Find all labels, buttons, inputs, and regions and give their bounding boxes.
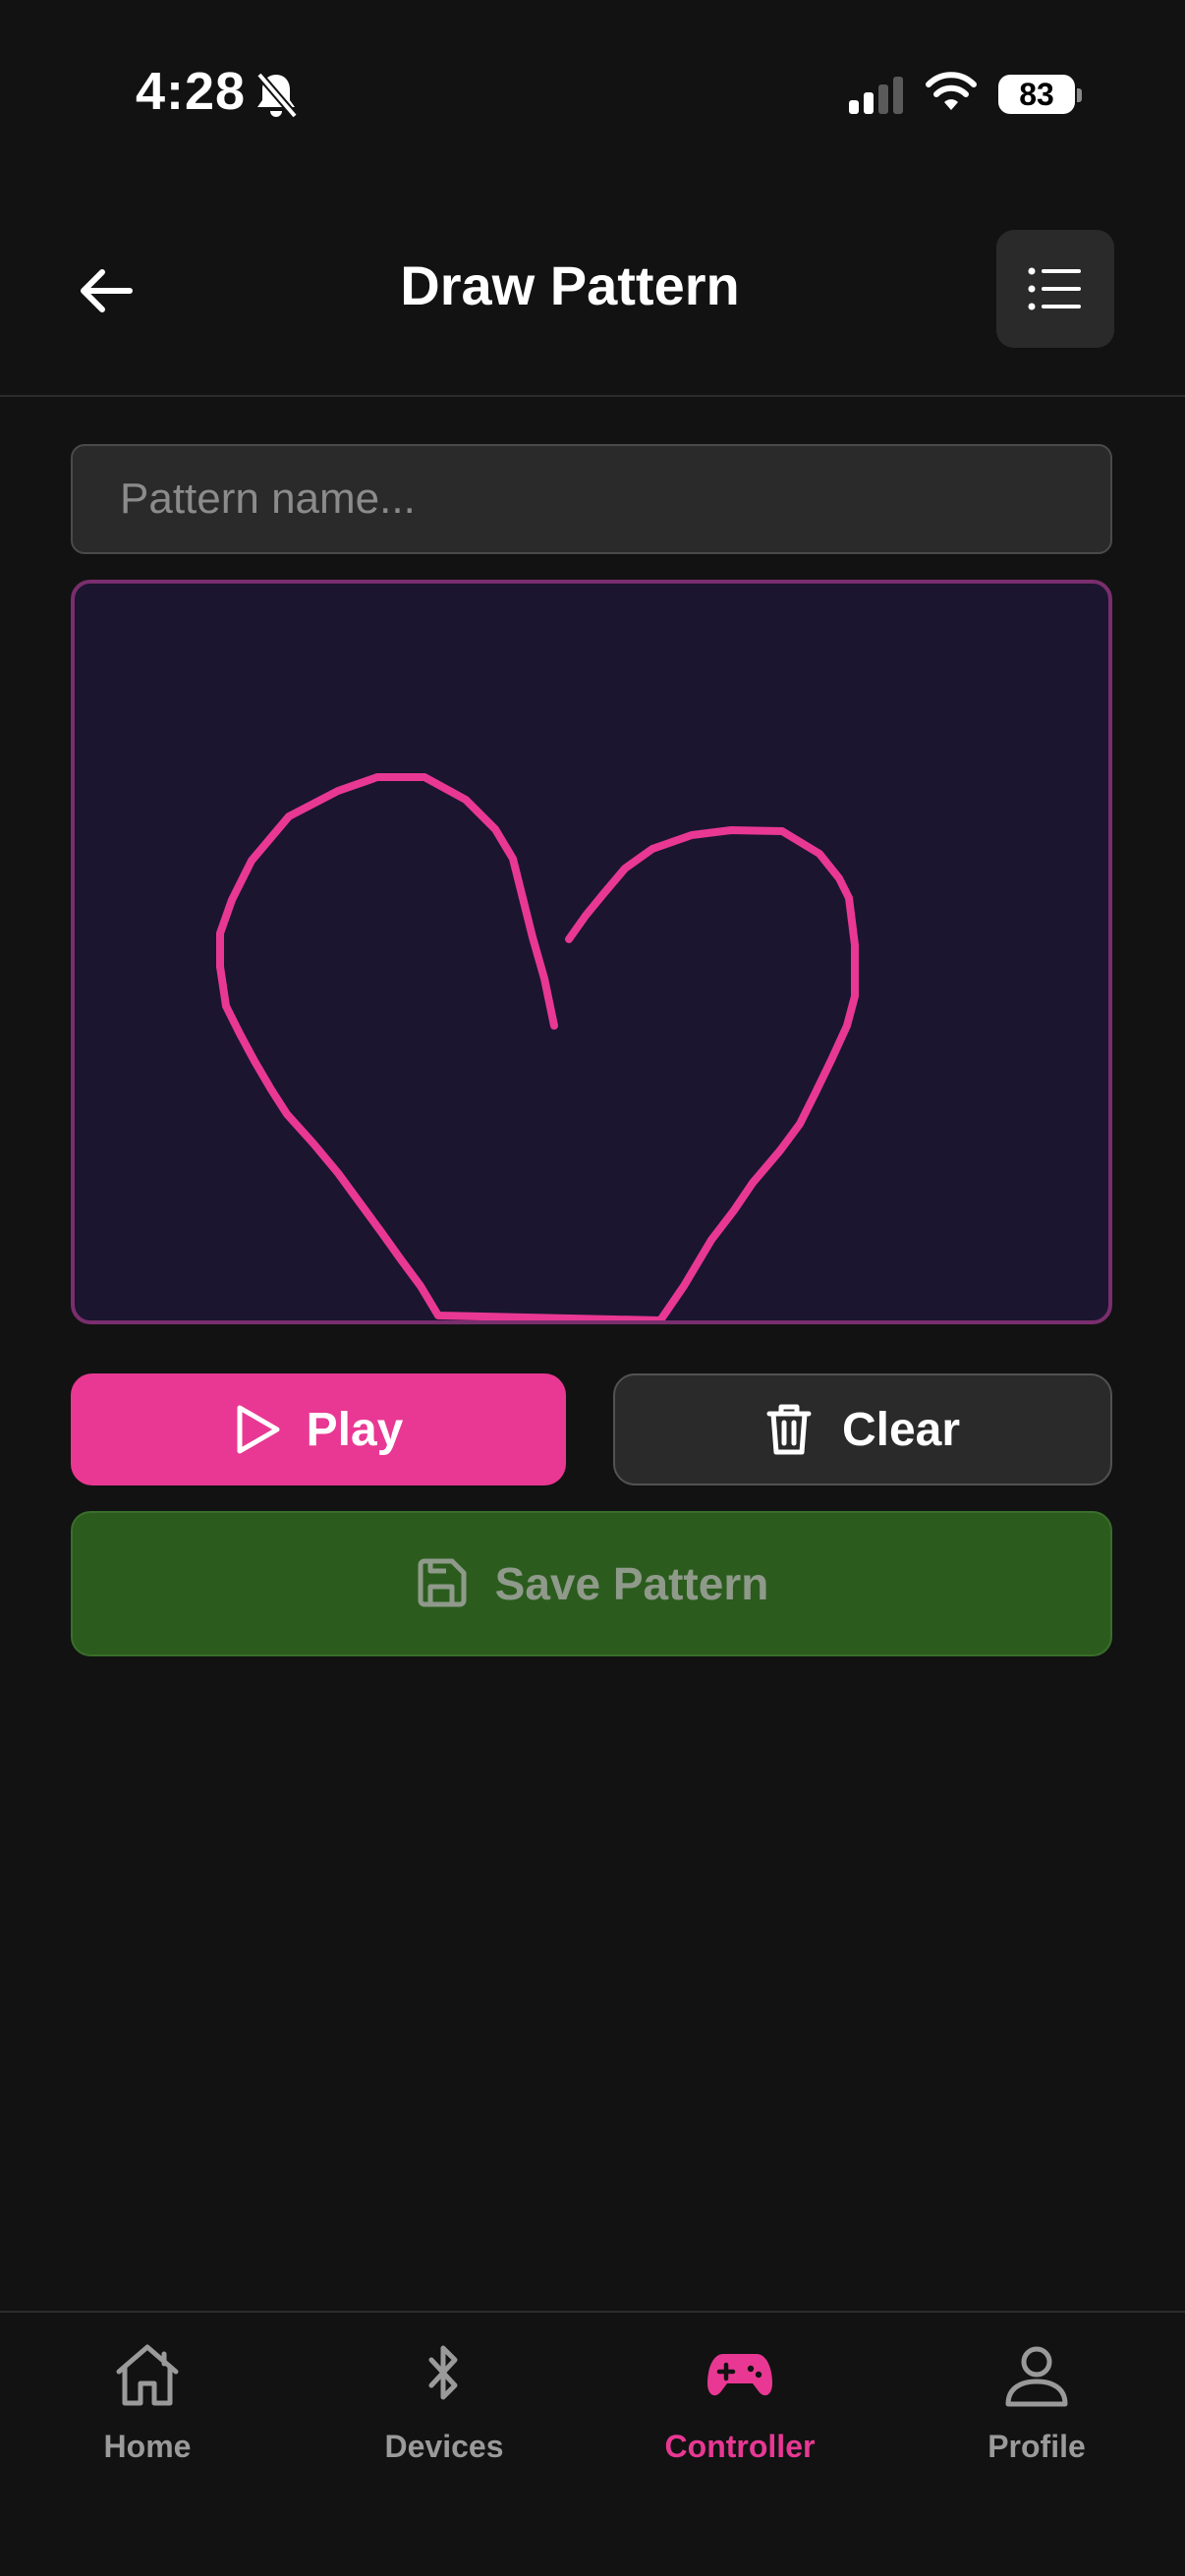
bell-slash-icon [254,71,299,125]
nav-label-devices: Devices [384,2429,504,2464]
play-icon [237,1405,280,1454]
battery-level: 83 [998,75,1075,114]
drawing-canvas[interactable] [71,580,1112,1324]
nav-label-profile: Profile [988,2429,1086,2464]
save-pattern-button[interactable]: Save Pattern [71,1511,1112,1656]
clear-button[interactable]: Clear [613,1373,1112,1485]
nav-item-controller[interactable]: Controller [592,2342,887,2465]
battery-icon: 83 [998,75,1075,114]
battery-cap [1077,88,1082,102]
save-label: Save Pattern [494,1558,769,1609]
user-icon [1005,2346,1068,2407]
drawn-stroke [216,773,859,1320]
nav-item-devices[interactable]: Devices [297,2342,592,2465]
nav-label-controller: Controller [664,2429,816,2464]
page-title: Draw Pattern [400,254,740,316]
clear-label: Clear [841,1403,961,1456]
nav-item-profile[interactable]: Profile [889,2342,1184,2465]
patterns-list-button[interactable] [996,230,1114,348]
bluetooth-icon [428,2345,458,2400]
save-icon [418,1558,467,1607]
nav-label-home: Home [103,2429,192,2464]
gamepad-icon [707,2354,772,2396]
nav-divider [0,2311,1185,2313]
pattern-name-input[interactable] [71,444,1112,554]
status-time: 4:28 [136,62,247,121]
list-icon [1028,267,1081,310]
play-label: Play [306,1403,404,1456]
wifi-icon [924,71,979,119]
nav-item-home[interactable]: Home [0,2342,295,2465]
signal-icon [849,77,908,119]
home-icon [116,2344,179,2406]
header-divider [0,395,1185,397]
play-button[interactable]: Play [71,1373,566,1485]
trash-icon [766,1404,812,1455]
